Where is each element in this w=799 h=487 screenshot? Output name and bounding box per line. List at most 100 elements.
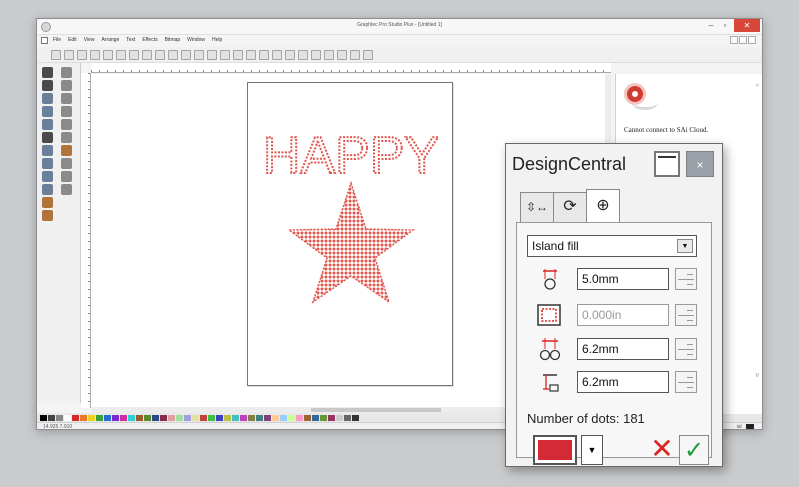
menu-view[interactable]: View	[84, 37, 95, 43]
document-icon[interactable]	[41, 37, 48, 44]
zoom-page-icon[interactable]	[246, 50, 256, 60]
zoom-in-tool-icon[interactable]	[61, 80, 72, 91]
paste-icon[interactable]	[181, 50, 191, 60]
undo-icon[interactable]	[194, 50, 204, 60]
page-view-icon[interactable]	[61, 93, 72, 104]
ruler-tool-icon[interactable]	[42, 171, 53, 182]
apply-button[interactable]: ✓	[679, 435, 709, 465]
help-icon[interactable]	[129, 50, 139, 60]
palette-swatch[interactable]	[200, 414, 207, 421]
design-central-close-button[interactable]: ×	[686, 151, 714, 177]
zoom-all-icon[interactable]	[259, 50, 269, 60]
fill-bucket-icon[interactable]	[42, 210, 53, 221]
preview-icon[interactable]	[285, 50, 295, 60]
mdi-close-button[interactable]	[748, 36, 756, 44]
menu-effects[interactable]: Effects	[142, 37, 157, 43]
shape-tool-icon[interactable]	[42, 132, 53, 143]
open-icon[interactable]	[64, 50, 74, 60]
menu-edit[interactable]: Edit	[68, 37, 77, 43]
stone-size-field[interactable]: 5.0mm	[577, 268, 669, 290]
cancel-button[interactable]: ✕	[647, 435, 677, 465]
palette-swatch[interactable]	[48, 414, 55, 421]
palette-swatch[interactable]	[72, 414, 79, 421]
horizontal-scroll-thumb[interactable]	[311, 408, 441, 412]
zoom-selection-tool-icon[interactable]	[61, 132, 72, 143]
save-icon[interactable]	[77, 50, 87, 60]
pan-hand-icon[interactable]	[61, 171, 72, 182]
palette-swatch[interactable]	[104, 414, 111, 421]
tab-rotate[interactable]: ⟳	[553, 192, 587, 222]
row-spacing-spinner[interactable]	[675, 371, 697, 393]
export-icon[interactable]	[103, 50, 113, 60]
menu-file[interactable]: File	[53, 37, 61, 43]
minimize-button[interactable]: –	[704, 19, 718, 32]
palette-swatch[interactable]	[168, 414, 175, 421]
palette-swatch[interactable]	[56, 414, 63, 421]
zoom-in-icon[interactable]	[220, 50, 230, 60]
cloud-icon[interactable]	[350, 50, 360, 60]
print-icon[interactable]	[116, 50, 126, 60]
palette-swatch[interactable]	[160, 414, 167, 421]
globe-icon[interactable]	[363, 50, 373, 60]
palette-swatch[interactable]	[120, 414, 127, 421]
knife-icon[interactable]	[42, 119, 53, 130]
design-central-minimize-button[interactable]	[654, 151, 680, 177]
mdi-minimize-button[interactable]	[730, 36, 738, 44]
palette-swatch[interactable]	[96, 414, 103, 421]
row-spacing-field[interactable]: 6.2mm	[577, 371, 669, 393]
new-icon[interactable]	[51, 50, 61, 60]
cut-icon[interactable]	[155, 50, 165, 60]
node-edit-icon[interactable]	[42, 93, 53, 104]
search-icon[interactable]	[298, 50, 308, 60]
menu-help[interactable]: Help	[212, 37, 222, 43]
palette-swatch[interactable]	[88, 414, 95, 421]
palette-swatch[interactable]	[208, 414, 215, 421]
palette-swatch[interactable]	[64, 414, 71, 421]
zoom-out-icon[interactable]	[233, 50, 243, 60]
mdi-restore-button[interactable]	[739, 36, 747, 44]
menu-bitmap[interactable]: Bitmap	[165, 37, 181, 43]
tab-placement[interactable]: ⇳↔	[520, 192, 554, 222]
palette-swatch[interactable]	[40, 414, 47, 421]
maximize-button[interactable]: ▫	[718, 19, 732, 32]
redo-icon[interactable]	[207, 50, 217, 60]
palette-swatch[interactable]	[264, 414, 271, 421]
color-dropdown-icon[interactable]: ▼	[581, 435, 603, 465]
import-icon[interactable]	[90, 50, 100, 60]
properties-icon[interactable]	[324, 50, 334, 60]
zoom-out-tool-icon[interactable]	[61, 106, 72, 117]
cloud-scroll-up-icon[interactable]: ^	[756, 84, 759, 91]
palette-swatch[interactable]	[328, 414, 335, 421]
palette-swatch[interactable]	[280, 414, 287, 421]
palette-swatch[interactable]	[80, 414, 87, 421]
palette-swatch[interactable]	[192, 414, 199, 421]
tab-rhinestone[interactable]: ⊕	[586, 189, 620, 222]
magnify-icon[interactable]	[61, 158, 72, 169]
menu-window[interactable]: Window	[187, 37, 205, 43]
page-setup-icon[interactable]	[61, 184, 72, 195]
palette-swatch[interactable]	[176, 414, 183, 421]
happy-text[interactable]: HAPPY	[262, 126, 440, 186]
freehand-icon[interactable]	[42, 145, 53, 156]
chevron-down-icon[interactable]: ▼	[677, 239, 693, 253]
text-tool-icon[interactable]	[42, 80, 53, 91]
copy-icon[interactable]	[168, 50, 178, 60]
layers-icon[interactable]	[311, 50, 321, 60]
palette-swatch[interactable]	[336, 414, 343, 421]
menu-text[interactable]: Text	[126, 37, 135, 43]
palette-swatch[interactable]	[232, 414, 239, 421]
palette-swatch[interactable]	[296, 414, 303, 421]
menu-arrange[interactable]: Arrange	[101, 37, 119, 43]
palette-swatch[interactable]	[128, 414, 135, 421]
palette-swatch[interactable]	[256, 414, 263, 421]
palette-swatch[interactable]	[240, 414, 247, 421]
cut-plot-icon[interactable]	[142, 50, 152, 60]
palette-swatch[interactable]	[288, 414, 295, 421]
outline-offset-spinner[interactable]	[675, 304, 697, 326]
stone-spacing-spinner[interactable]	[675, 338, 697, 360]
palette-swatch[interactable]	[136, 414, 143, 421]
stone-size-spinner[interactable]	[675, 268, 697, 290]
star-shape-icon[interactable]	[42, 106, 53, 117]
color-swatch-button[interactable]	[533, 435, 577, 465]
outline-offset-field[interactable]: 0.000in	[577, 304, 669, 326]
